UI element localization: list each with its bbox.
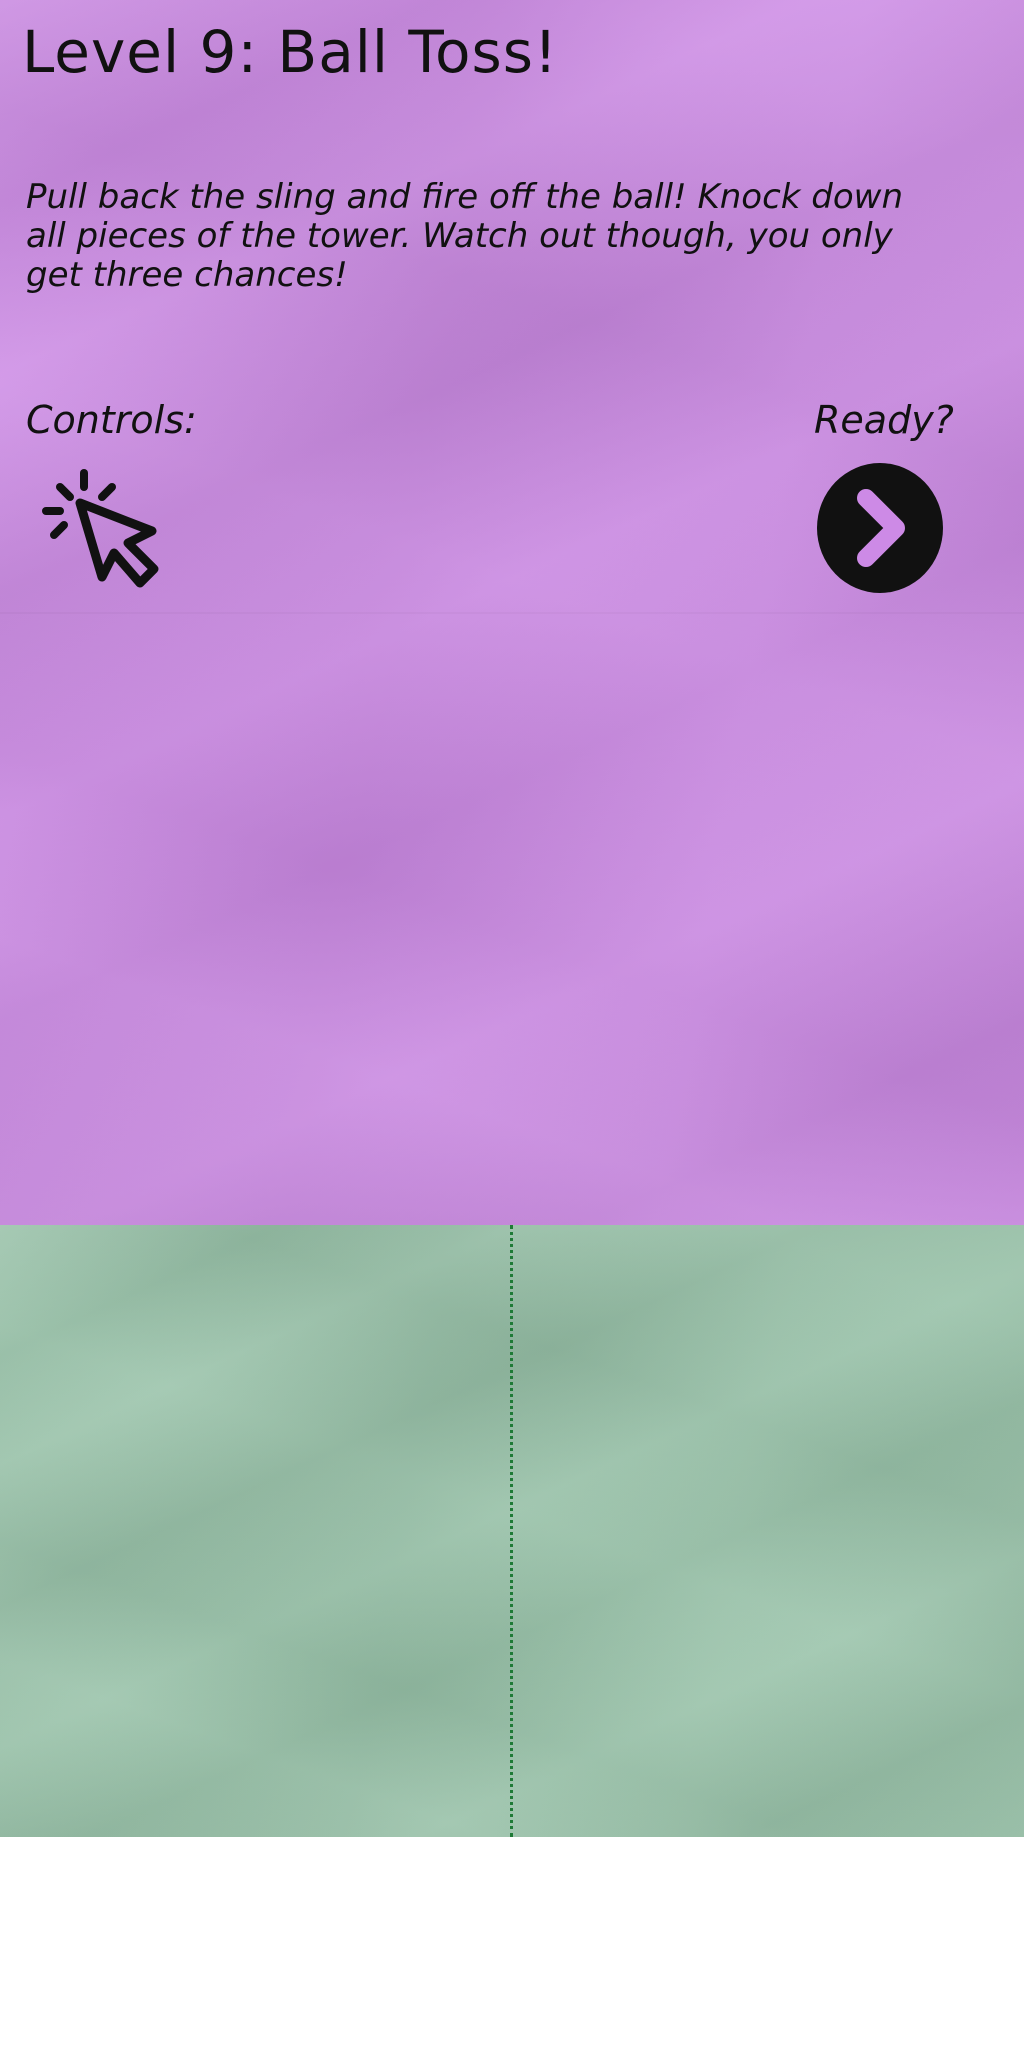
mouse-click-icon <box>42 469 159 588</box>
next-button[interactable] <box>816 462 944 594</box>
level-instructions: Pull back the sling and fire off the bal… <box>26 177 904 295</box>
ready-label: Ready? <box>814 398 954 442</box>
footer-blank <box>0 1837 1024 2048</box>
paper-seam <box>0 612 1024 614</box>
game-stage: Level 9: Ball Toss! Pull back the sling … <box>0 0 1024 2048</box>
play-area[interactable] <box>0 1225 1024 1837</box>
level-title: Level 9: Ball Toss! <box>22 18 559 86</box>
intro-panel: Level 9: Ball Toss! Pull back the sling … <box>0 0 1024 1225</box>
center-divider-line <box>510 1225 513 1837</box>
controls-label: Controls: <box>26 398 197 442</box>
